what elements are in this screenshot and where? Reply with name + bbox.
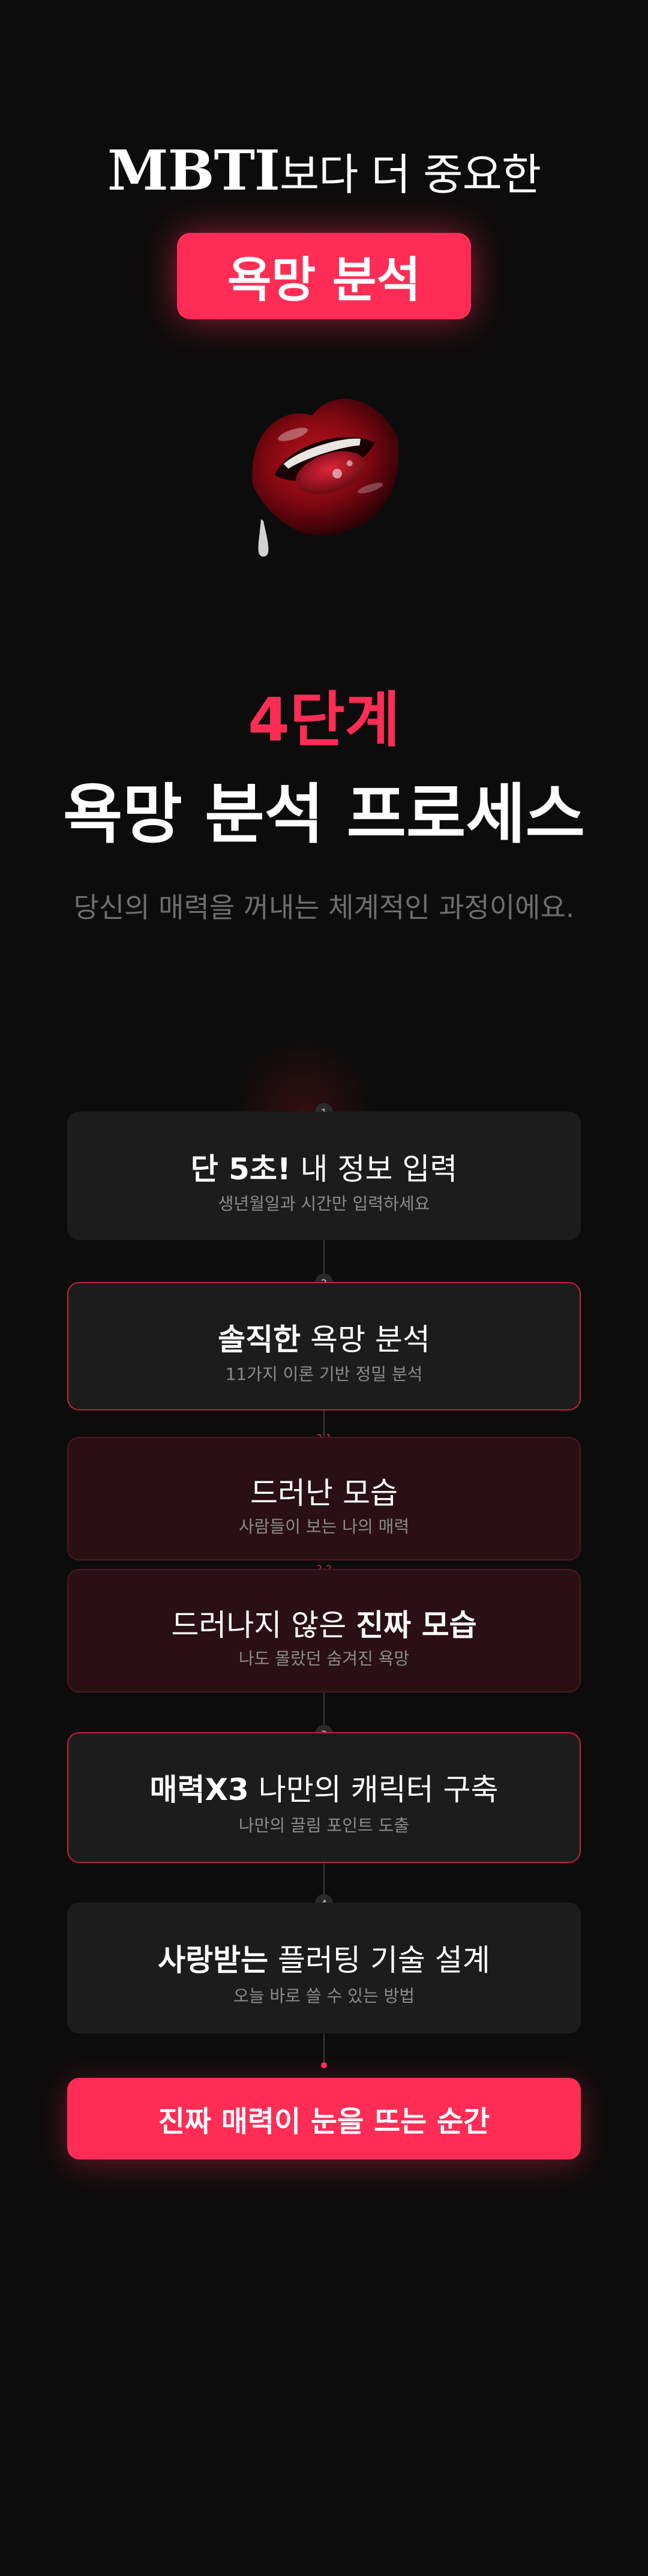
step-card-1: 단 5초! 내 정보 입력 생년월일과 시간만 입력하세요 <box>67 1112 581 1240</box>
step-card-desc: 오늘 바로 쓸 수 있는 방법 <box>233 1986 415 2006</box>
step-card-title: 드러난 모습 <box>250 1476 398 1511</box>
hero-heading: MBTI보다 더 중요한 <box>0 138 648 203</box>
step-card-2-1: 드러난 모습 사람들이 보는 나의 매력 <box>67 1437 581 1560</box>
step-card-desc: 나도 몰랐던 숨겨진 욕망 <box>238 1649 410 1669</box>
step-card-3: 매력X3 나만의 캐릭터 구축 나만의 끌림 포인트 도출 <box>67 1732 581 1863</box>
connector-line <box>323 2033 325 2063</box>
process-title: 욕망 분석 프로세스 <box>62 777 586 852</box>
hero-heading-rest: 보다 더 중요한 <box>279 149 541 200</box>
cta-button[interactable]: 진짜 매력이 눈을 뜨는 순간 <box>67 2078 581 2159</box>
lips-illustration <box>237 372 411 570</box>
step-card-2-2: 드러나지 않은 진짜 모습 나도 몰랐던 숨겨진 욕망 <box>67 1569 581 1693</box>
step-count-label: 4단계 <box>248 685 400 755</box>
step-card-desc: 생년월일과 시간만 입력하세요 <box>218 1194 430 1214</box>
step-card-desc: 나만의 끌림 포인트 도출 <box>238 1816 410 1835</box>
step-card-desc: 사람들이 보는 나의 매력 <box>238 1517 410 1536</box>
cta-dot <box>321 2062 327 2068</box>
step-card-2: 솔직한 욕망 분석 11가지 이론 기반 정밀 분석 <box>67 1282 581 1410</box>
step-card-title: 드러나지 않은 진짜 모습 <box>171 1608 477 1643</box>
step-card-title: 매력X3 나만의 캐릭터 구축 <box>149 1772 499 1807</box>
step-card-title: 사랑받는 플러팅 기술 설계 <box>158 1943 490 1978</box>
process-subtitle: 당신의 매력을 꺼내는 체계적인 과정이에요. <box>73 891 575 924</box>
hero-pill-title: 욕망 분석 <box>177 233 471 319</box>
step-card-4: 사랑받는 플러팅 기술 설계 오늘 바로 쓸 수 있는 방법 <box>67 1903 581 2033</box>
step-card-title: 솔직한 욕망 분석 <box>218 1322 430 1357</box>
brand-text: MBTI <box>107 138 280 203</box>
step-card-title: 단 5초! 내 정보 입력 <box>190 1152 458 1187</box>
step-card-desc: 11가지 이론 기반 정밀 분석 <box>225 1364 423 1384</box>
